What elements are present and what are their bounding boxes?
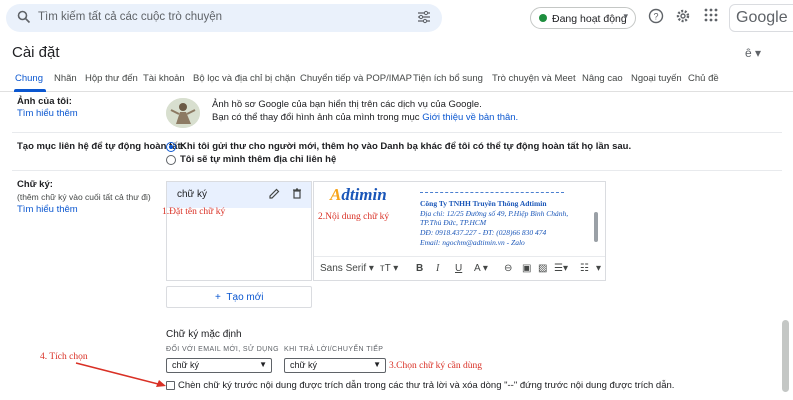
page-title: Cài đặt bbox=[12, 44, 60, 61]
page-scrollbar[interactable] bbox=[782, 320, 789, 392]
font-size-select[interactable]: тT ▾ bbox=[380, 263, 398, 274]
text-color-button[interactable]: A ▾ bbox=[474, 263, 488, 274]
underline-button[interactable]: U bbox=[455, 263, 462, 274]
tab-accounts[interactable]: Tài khoản bbox=[143, 73, 185, 84]
bold-button[interactable]: B bbox=[416, 263, 423, 274]
logo-wordmark: dtimin bbox=[341, 185, 387, 204]
signature-address-2: TP.Thủ Đức, TP.HCM bbox=[420, 218, 487, 227]
editor-scrollbar[interactable] bbox=[594, 212, 598, 242]
search-input[interactable]: Tìm kiếm tất cả các cuộc trò chuyện bbox=[38, 11, 222, 23]
status-label: Đang hoạt động bbox=[552, 13, 627, 25]
default-signature-title: Chữ ký mặc định bbox=[166, 329, 242, 340]
tab-labels[interactable]: Nhãn bbox=[54, 73, 77, 84]
create-new-text: Tạo mới bbox=[226, 292, 264, 303]
more-formatting-icon[interactable]: ▾ bbox=[596, 263, 601, 274]
font-family-label: Sans Serif bbox=[320, 263, 367, 274]
signature-editor[interactable]: Adtimin Công Ty TNHH Truyền Thông Adtimi… bbox=[313, 181, 606, 281]
image-icon[interactable]: ▣ bbox=[522, 263, 531, 274]
create-new-label: + Tạo mới bbox=[215, 292, 264, 303]
autocomplete-option-1-label[interactable]: Khi tôi gửi thư cho người mới, thêm họ v… bbox=[180, 141, 631, 152]
avatar bbox=[166, 98, 200, 128]
signature-hint: (thêm chữ ký vào cuối tất cả thư đi) bbox=[17, 192, 151, 202]
input-tools-icon[interactable]: ê ▾ bbox=[745, 46, 761, 60]
format-toolbar: Sans Serif ▾ тT ▾ B I U A ▾ ⊖ ▣ ▨ ☰▾ ☷ ▾ bbox=[314, 256, 605, 280]
settings-tabs: Chung Nhãn Hộp thư đến Tài khoản Bộ lọc … bbox=[0, 70, 793, 92]
font-size-label: тT bbox=[380, 263, 391, 274]
picture-title: Ảnh của tôi: bbox=[17, 96, 72, 107]
divider bbox=[12, 132, 782, 133]
signature-divider bbox=[420, 192, 564, 193]
italic-button[interactable]: I bbox=[436, 263, 439, 274]
reply-select-value: chữ ký bbox=[290, 360, 318, 370]
text-color-label: A bbox=[474, 263, 481, 274]
picture-change-text: Bạn có thể thay đổi hình ảnh của mình tr… bbox=[212, 112, 518, 123]
annotation-signature-content: 2.Nội dung chữ ký bbox=[318, 212, 390, 222]
divider bbox=[12, 170, 782, 171]
new-email-select-value: chữ ký bbox=[172, 360, 200, 370]
annotation-arrow-icon bbox=[75, 362, 166, 387]
signature-list-item[interactable]: chữ ký bbox=[167, 182, 311, 208]
signature-list: chữ ký bbox=[166, 181, 312, 281]
picture-learn-more-link[interactable]: Tìm hiểu thêm bbox=[17, 108, 78, 119]
signature-phone: DĐ: 0918.437.227 - ĐT: (028)66 830 474 bbox=[420, 228, 547, 237]
google-logo: Google bbox=[736, 9, 788, 26]
gear-icon[interactable] bbox=[674, 8, 692, 26]
tab-advanced[interactable]: Nâng cao bbox=[582, 73, 623, 84]
tab-offline[interactable]: Ngoại tuyến bbox=[631, 73, 682, 84]
tab-addons[interactable]: Tiện ích bổ sung bbox=[413, 73, 483, 84]
signature-email: Email: ngochm@adtimin.vn - Zalo bbox=[420, 238, 525, 247]
new-email-signature-select[interactable]: chữ ký ▼ bbox=[166, 358, 272, 373]
link-icon[interactable]: ⊖ bbox=[504, 263, 512, 274]
edit-pencil-icon[interactable] bbox=[269, 188, 280, 202]
autocomplete-title: Tạo mục liên hệ để tự động hoàn tất: bbox=[17, 141, 184, 152]
tab-filters[interactable]: Bộ lọc và địa chỉ bị chặn bbox=[193, 73, 295, 84]
new-email-caption: ĐỐI VỚI EMAIL MỚI, SỬ DỤNG bbox=[166, 346, 279, 353]
signature-item-name: chữ ký bbox=[177, 189, 208, 200]
autocomplete-option-2-label[interactable]: Tôi sẽ tự mình thêm địa chỉ liên hệ bbox=[180, 154, 336, 165]
search-icon[interactable] bbox=[16, 10, 32, 26]
tab-forwarding[interactable]: Chuyển tiếp và POP/IMAP bbox=[300, 73, 412, 84]
picture-description: Ảnh hồ sơ Google của bạn hiển thị trên c… bbox=[212, 99, 482, 110]
signature-address-1: Địa chỉ: 12/25 Đường số 49, P.Hiệp Bình … bbox=[420, 209, 569, 218]
reply-caption: KHI TRẢ LỜI/CHUYỂN TIẾP bbox=[284, 346, 384, 353]
signature-title: Chữ ký: bbox=[17, 179, 53, 190]
list-icon[interactable]: ☷ bbox=[580, 263, 589, 274]
reply-signature-select[interactable]: chữ ký ▼ bbox=[284, 358, 386, 373]
apps-grid-icon[interactable] bbox=[702, 8, 720, 26]
chevron-down-icon: ▾ bbox=[623, 11, 628, 21]
search-bar[interactable]: Tìm kiếm tất cả các cuộc trò chuyện bbox=[6, 4, 442, 32]
top-bar: Tìm kiếm tất cả các cuộc trò chuyện Đang… bbox=[0, 0, 793, 36]
picture-change-prefix: Bạn có thể thay đổi hình ảnh của mình tr… bbox=[212, 112, 423, 123]
insert-before-quote-label[interactable]: Chèn chữ ký trước nội dung được trích dẫ… bbox=[178, 380, 674, 391]
autocomplete-option-2-radio[interactable] bbox=[166, 155, 176, 165]
create-new-signature-button[interactable]: + Tạo mới bbox=[166, 286, 312, 308]
google-account-button[interactable]: Google bbox=[729, 4, 793, 32]
about-me-link[interactable]: Giới thiệu về bản thân. bbox=[422, 112, 518, 123]
status-dropdown[interactable]: Đang hoạt động ▾ bbox=[530, 7, 636, 29]
help-icon[interactable]: ? bbox=[647, 8, 665, 26]
signature-company: Công Ty TNHH Truyền Thông Adtimin bbox=[420, 199, 547, 208]
annotation-name-signature: 1.Đặt tên chữ ký bbox=[162, 207, 226, 217]
align-icon[interactable]: ☰▾ bbox=[554, 263, 568, 274]
svg-text:?: ? bbox=[653, 12, 658, 22]
tab-general[interactable]: Chung bbox=[15, 73, 43, 84]
chevron-down-icon: ▼ bbox=[259, 360, 267, 369]
signature-learn-more-link[interactable]: Tìm hiểu thêm bbox=[17, 204, 78, 215]
insert-image-icon[interactable]: ▨ bbox=[538, 263, 547, 274]
delete-trash-icon[interactable] bbox=[292, 188, 302, 202]
chevron-down-icon: ▼ bbox=[373, 360, 381, 369]
active-tab-indicator bbox=[14, 89, 46, 92]
filter-options-icon[interactable] bbox=[416, 10, 432, 26]
tab-inbox[interactable]: Hộp thư đến bbox=[85, 73, 138, 84]
logo-letter-a: A bbox=[330, 185, 342, 204]
tab-chat-meet[interactable]: Trò chuyện và Meet bbox=[492, 73, 576, 84]
status-dot-icon bbox=[539, 14, 547, 22]
annotation-choose-signature: 3.Chọn chữ ký cần dùng bbox=[389, 361, 483, 371]
font-family-select[interactable]: Sans Serif ▾ bbox=[320, 263, 374, 274]
adtimin-logo: Adtimin bbox=[330, 185, 387, 205]
tab-themes[interactable]: Chủ đề bbox=[688, 73, 719, 84]
autocomplete-option-1-radio[interactable] bbox=[166, 142, 176, 152]
